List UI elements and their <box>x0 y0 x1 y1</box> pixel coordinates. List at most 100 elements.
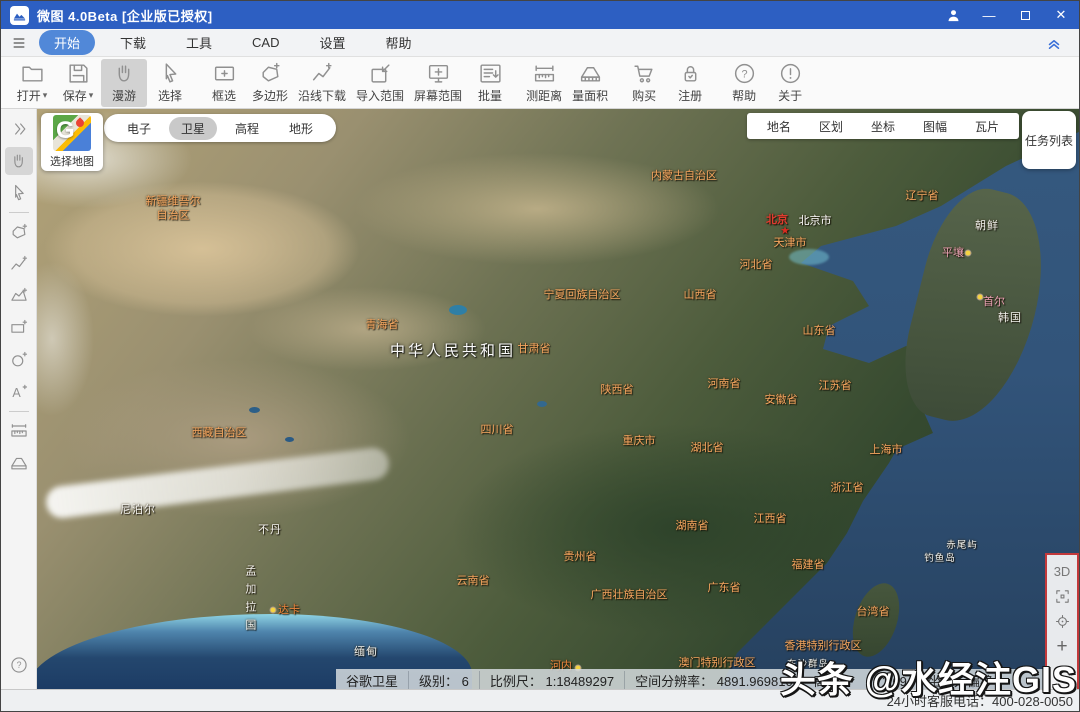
toolbar-select-button[interactable]: 选择 <box>147 59 193 107</box>
locate-target-icon[interactable] <box>1050 610 1074 634</box>
task-list-button[interactable]: 任务列表 <box>1022 111 1076 169</box>
import-extent-icon <box>368 61 393 86</box>
status-segment: 比例尺： 1:18489297 <box>479 671 624 690</box>
overlay-tab-coordinates[interactable]: 坐标 <box>857 116 909 137</box>
toolbar-measure-area-label: 量面积 <box>572 87 608 104</box>
sidebar-measure-area-tool[interactable] <box>5 449 33 477</box>
sidebar-measure-distance-tool[interactable] <box>5 417 33 445</box>
tibet-lake <box>285 437 294 442</box>
lock-icon <box>678 61 703 86</box>
toolbar-buy-button[interactable]: 购买 <box>621 59 667 107</box>
menu-tab-tools[interactable]: 工具 <box>171 30 227 55</box>
map-type-tab-elevation[interactable]: 高程 <box>223 117 271 140</box>
measure-distance-icon <box>532 61 557 86</box>
sidebar-draw-polyline-tool[interactable] <box>5 250 33 278</box>
folder-open-icon <box>20 61 45 86</box>
sidebar-draw-area-tool[interactable] <box>5 282 33 310</box>
toolbar-import-extent-button[interactable]: 导入范围 <box>351 59 409 107</box>
close-button[interactable]: ✕ <box>1043 1 1079 29</box>
shopping-cart-icon <box>632 61 657 86</box>
map-type-tab-vector[interactable]: 电子 <box>115 117 163 140</box>
status-segment: 级别： 6 <box>408 671 479 690</box>
toolbar-register-label: 注册 <box>678 87 702 104</box>
map-overlay-tabbar: 地名 区划 坐标 图幅 瓦片 <box>747 113 1019 139</box>
toolbar-screen-extent-label: 屏幕范围 <box>414 87 462 104</box>
toolbar-help-button[interactable]: ? 帮助 <box>721 59 767 107</box>
menu-tab-start[interactable]: 开始 <box>39 30 95 55</box>
toolbar-save-label: 保存 <box>63 87 87 104</box>
pan-hand-icon <box>112 61 137 86</box>
minimize-button[interactable]: — <box>971 1 1007 29</box>
about-info-icon <box>778 61 803 86</box>
toolbar-pan-button[interactable]: 漫游 <box>101 59 147 107</box>
qinghai-lake <box>449 305 467 315</box>
overlay-tab-tiles[interactable]: 瓦片 <box>961 116 1013 137</box>
toolbar-batch-button[interactable]: 批量 <box>467 59 513 107</box>
sidebar-expand-icon[interactable] <box>5 115 33 143</box>
google-maps-icon: G <box>53 115 91 151</box>
overlay-tab-districts[interactable]: 区划 <box>805 116 857 137</box>
tibet-lake <box>249 407 260 413</box>
toolbar-measure-area-button[interactable]: 量面积 <box>567 59 613 107</box>
map-type-tab-satellite[interactable]: 卫星 <box>169 117 217 140</box>
help-question-icon: ? <box>732 61 757 86</box>
sidebar-draw-polygon-tool[interactable] <box>5 218 33 246</box>
title-bar: 微图 4.0Beta [企业版已授权] — ✕ <box>1 1 1079 29</box>
sidebar-help-icon[interactable]: ? <box>5 651 33 679</box>
map-source-picker-label: 选择地图 <box>50 153 94 169</box>
lake <box>537 401 547 407</box>
sidebar-draw-rect-tool[interactable] <box>5 314 33 342</box>
status-segment: 空间分辨率： 4891.969810 <box>624 671 803 690</box>
toolbar-polygon-button[interactable]: 多边形 <box>247 59 293 107</box>
maximize-button[interactable] <box>1007 1 1043 29</box>
overlay-tab-mapsheet[interactable]: 图幅 <box>909 116 961 137</box>
map-source-picker-button[interactable]: G 选择地图 <box>41 113 103 171</box>
toolbar-open-button[interactable]: 打开▾ <box>9 59 55 107</box>
toolbar-along-line-button[interactable]: 沿线下载 <box>293 59 351 107</box>
toolbar-measure-distance-button[interactable]: 测距离 <box>521 59 567 107</box>
window-title: 微图 4.0Beta [企业版已授权] <box>37 6 213 25</box>
user-account-icon[interactable] <box>935 1 971 29</box>
full-extent-icon[interactable] <box>1050 585 1074 609</box>
map-canvas[interactable]: G 选择地图 电子 卫星 高程 地形 地名 区划 坐标 图幅 瓦片 任务列表 <box>37 109 1079 689</box>
toolbar-help-label: 帮助 <box>732 87 756 104</box>
ribbon-collapse-icon[interactable] <box>1045 34 1063 52</box>
polyline-download-icon <box>310 61 335 86</box>
menu-tab-cad[interactable]: CAD <box>237 32 294 53</box>
toolbar-batch-label: 批量 <box>478 87 502 104</box>
sidebar-draw-circle-tool[interactable] <box>5 346 33 374</box>
cursor-arrow-icon <box>158 61 183 86</box>
overlay-tab-placenames[interactable]: 地名 <box>753 116 805 137</box>
toolbar-register-button[interactable]: 注册 <box>667 59 713 107</box>
toolbar-measure-distance-label: 测距离 <box>526 87 562 104</box>
hamburger-menu-icon[interactable] <box>11 35 27 51</box>
polygon-select-icon <box>258 61 283 86</box>
toolbar-about-button[interactable]: 关于 <box>767 59 813 107</box>
sidebar-pan-tool[interactable] <box>5 147 33 175</box>
svg-text:A: A <box>12 386 21 400</box>
toolbar-polygon-label: 多边形 <box>252 87 288 104</box>
toolbar-screen-extent-button[interactable]: 屏幕范围 <box>409 59 467 107</box>
toolbar-select-label: 选择 <box>158 87 182 104</box>
view-3d-button[interactable]: 3D <box>1050 560 1074 584</box>
left-tool-sidebar: A ? <box>1 109 37 689</box>
menu-tab-help[interactable]: 帮助 <box>371 30 427 55</box>
svg-text:?: ? <box>16 660 21 670</box>
sidebar-add-text-tool[interactable]: A <box>5 378 33 406</box>
menu-tab-settings[interactable]: 设置 <box>305 30 361 55</box>
toolbar-rect-select-button[interactable]: 框选 <box>201 59 247 107</box>
toolbar-save-button[interactable]: 保存▾ <box>55 59 101 107</box>
bohai-coast-shallow <box>789 249 829 265</box>
sidebar-select-tool[interactable] <box>5 179 33 207</box>
toolbar-import-extent-label: 导入范围 <box>356 87 404 104</box>
batch-list-icon <box>478 61 503 86</box>
toolbar-buy-label: 购买 <box>632 87 656 104</box>
toolbar-about-label: 关于 <box>778 87 802 104</box>
dropdown-caret-icon: ▾ <box>43 90 48 101</box>
status-segment: 谷歌卫星 <box>336 671 408 690</box>
measure-area-icon <box>578 61 603 86</box>
app-window: 微图 4.0Beta [企业版已授权] — ✕ 开始 下载 工具 CAD 设置 … <box>0 0 1080 712</box>
menu-tab-download[interactable]: 下载 <box>105 30 161 55</box>
save-floppy-icon <box>66 61 91 86</box>
map-type-tab-terrain[interactable]: 地形 <box>277 117 325 140</box>
